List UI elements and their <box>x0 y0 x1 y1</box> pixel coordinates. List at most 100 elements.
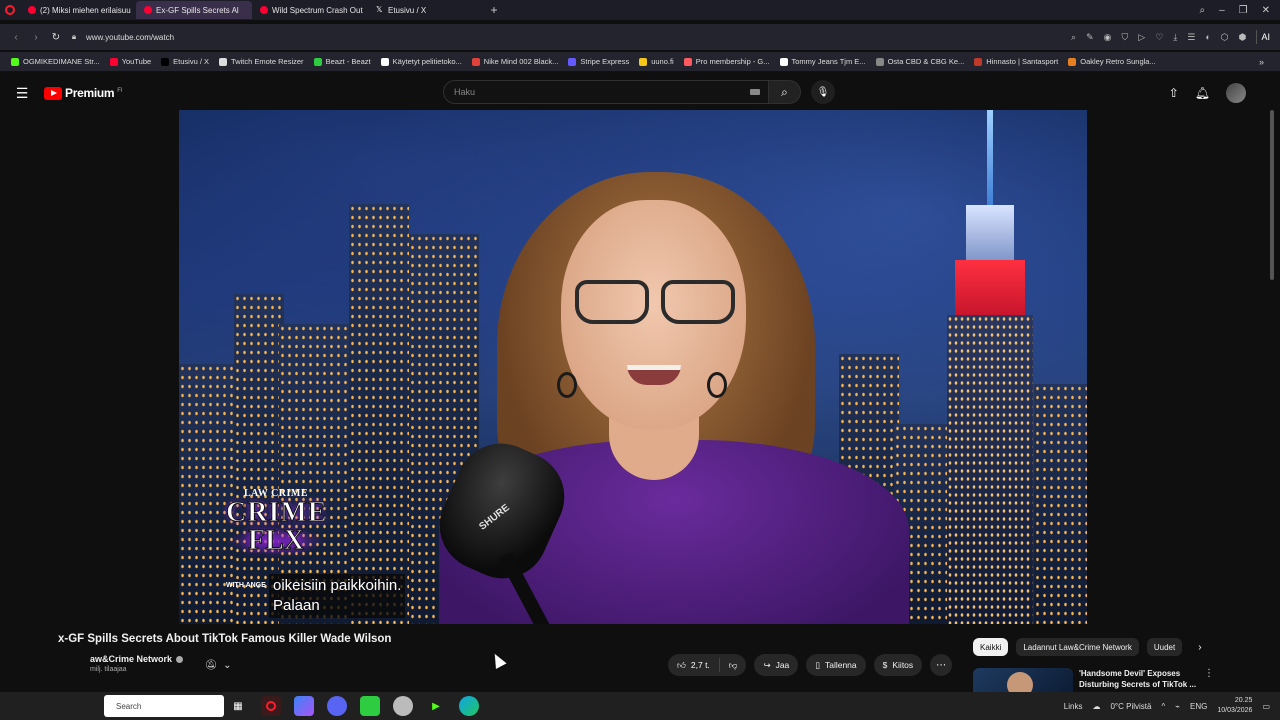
bell-icon[interactable]: 🔔︎ <box>1195 86 1210 100</box>
scroll-thumb[interactable] <box>1270 110 1274 280</box>
tab-search-icon[interactable]: ⌕ <box>1199 5 1205 16</box>
bookmark-item[interactable]: Osta CBD & CBG Ke... <box>871 57 970 66</box>
youtube-logo[interactable]: Premium FI <box>44 86 123 100</box>
shield-icon[interactable]: ⛉ <box>1122 32 1129 43</box>
bookmark-item[interactable]: Käytetyt pelitietoko... <box>376 57 467 66</box>
save-button[interactable]: ▯ Tallenna <box>806 654 866 676</box>
presenter-glasses <box>575 280 735 324</box>
logo-crime: CRIME <box>226 497 328 528</box>
heart-icon[interactable]: ♡ <box>1155 32 1163 43</box>
opera-menu-icon[interactable] <box>0 0 20 20</box>
bookmark-item[interactable]: Twitch Emote Resizer <box>214 57 309 66</box>
recommended-thumbnail[interactable] <box>973 668 1073 692</box>
thanks-icon: $ <box>882 660 888 670</box>
app-green-icon[interactable] <box>360 696 380 716</box>
video-player[interactable]: SHURE LAW CRIME CRIME FLX WITH ANGE oike… <box>179 110 1087 624</box>
kick-icon[interactable]: ▶ <box>426 696 446 716</box>
bookmark-label: Stripe Express <box>580 57 630 66</box>
lang-indicator[interactable]: ENG <box>1190 702 1207 711</box>
dislike-button[interactable]: 👎︎ <box>720 654 747 676</box>
opera-icon[interactable] <box>261 696 281 716</box>
tab-wild-spectrum[interactable]: Wild Spectrum Crash Out <box>252 1 368 19</box>
minimize-icon[interactable]: – <box>1219 5 1225 16</box>
recommended-video[interactable]: 'Handsome Devil' Exposes Disturbing Secr… <box>973 668 1213 692</box>
profile-icon[interactable]: ◐ <box>1205 32 1210 42</box>
chip-all[interactable]: Kaikki <box>973 638 1009 656</box>
close-icon[interactable]: ✕ <box>1262 5 1270 16</box>
keyboard-icon[interactable] <box>750 89 760 95</box>
tab-miksi[interactable]: (2) Miksi miehen erilaisuu <box>20 1 136 19</box>
chip-new[interactable]: Uudet <box>1146 638 1183 656</box>
chevron-right-icon[interactable]: › <box>1198 642 1201 653</box>
bookmark-item[interactable]: uuno.fi <box>634 57 679 66</box>
ai-button[interactable]: AI <box>1256 30 1274 44</box>
search-page-icon[interactable]: ⌕ <box>1071 32 1076 43</box>
cube-icon[interactable]: ⬢ <box>1239 32 1247 43</box>
share-button[interactable]: ↪ Jaa <box>754 654 799 676</box>
notifications-button[interactable]: 🔕︎ ⌄ <box>196 654 240 676</box>
extension-icon[interactable]: ⬡ <box>1221 32 1229 43</box>
kebab-menu-icon[interactable]: ⋮ <box>1204 668 1214 679</box>
voice-search-button[interactable]: 🎙︎ <box>811 80 835 104</box>
clock[interactable]: 20.25 10/03/2026 <box>1217 696 1252 716</box>
chip-from-channel[interactable]: Ladannut Law&Crime Network <box>1016 638 1139 656</box>
tab-label: Wild Spectrum Crash Out <box>272 5 363 15</box>
bookmark-label: Beazt - Beazt <box>325 57 371 66</box>
back-icon[interactable]: ‹ <box>6 32 26 43</box>
bookmark-item[interactable]: Stripe Express <box>563 57 634 66</box>
weather-text[interactable]: 0°C Pilvistä <box>1110 702 1151 711</box>
like-count: 2,7 t. <box>690 660 710 670</box>
notification-icon[interactable]: ▭ <box>1262 702 1270 711</box>
reload-icon[interactable]: ↻ <box>46 32 66 43</box>
recommended-title[interactable]: 'Handsome Devil' Exposes Disturbing Secr… <box>1079 668 1203 692</box>
tray-chevron-icon[interactable]: ^ <box>1161 702 1165 711</box>
network-icon[interactable]: ⌁ <box>1175 702 1180 711</box>
photoshop-icon[interactable] <box>294 696 314 716</box>
bookmark-item[interactable]: Etusivu / X <box>156 57 214 66</box>
discord-icon[interactable] <box>327 696 347 716</box>
lock-icon[interactable]: 🔒︎ <box>66 32 82 42</box>
new-tab-button[interactable]: + <box>484 3 504 17</box>
play-icon[interactable]: ▷ <box>1138 32 1145 43</box>
tab-etusivu-x[interactable]: 𝕏 Etusivu / X <box>368 1 484 19</box>
bookmark-item[interactable]: YouTube <box>105 57 156 66</box>
camera-icon[interactable]: ◉ <box>1104 32 1112 43</box>
upload-icon[interactable]: ⇧ <box>1169 86 1179 100</box>
bookmark-item[interactable]: Pro membership - G... <box>679 57 775 66</box>
country-code: FI <box>117 88 123 94</box>
app-white-icon[interactable] <box>393 696 413 716</box>
avatar[interactable] <box>1226 83 1246 103</box>
bookmark-item[interactable]: Nike Mind 002 Black... <box>467 57 564 66</box>
channel-name[interactable]: aw&Crime Network <box>90 654 172 664</box>
like-button[interactable]: 👍︎ 2,7 t. <box>668 654 719 676</box>
bookmark-item[interactable]: OGMIKEDIMANE Str... <box>6 57 105 66</box>
channel-info[interactable]: aw&Crime Network milj. tilaajaa <box>90 654 184 673</box>
bookmark-favicon-icon <box>639 57 648 66</box>
search-input[interactable]: Haku <box>443 80 769 104</box>
forward-icon[interactable]: › <box>26 32 46 43</box>
edge-icon[interactable] <box>459 696 479 716</box>
url-field[interactable]: www.youtube.com/watch <box>86 33 174 42</box>
search-button[interactable]: ⌕ <box>769 80 801 104</box>
menu-icon[interactable]: ☰ <box>1187 32 1195 43</box>
hamburger-menu-icon[interactable]: ☰ <box>0 85 44 102</box>
bookmark-item[interactable]: Beazt - Beazt <box>309 57 376 66</box>
links-toolbar[interactable]: Links <box>1064 702 1083 711</box>
bookmark-item[interactable]: Hinnasto | Santasport <box>969 57 1063 66</box>
tab-ex-gf-active[interactable]: Ex-GF Spills Secrets Al <box>136 1 252 19</box>
thanks-button[interactable]: $ Kiitos <box>873 654 923 676</box>
taskbar-search-input[interactable]: Search <box>104 695 224 717</box>
empire-state-building <box>947 315 1033 624</box>
task-view-icon[interactable]: ▦ <box>228 696 248 716</box>
share-icon: ↪ <box>763 659 771 670</box>
edit-icon[interactable]: ✎ <box>1086 32 1094 43</box>
restore-icon[interactable]: ❐ <box>1239 5 1248 16</box>
bookmarks-overflow-icon[interactable]: » <box>1259 57 1274 67</box>
more-actions-button[interactable]: ⋯ <box>930 654 953 676</box>
bookmark-item[interactable]: Tommy Jeans Tjm E... <box>775 57 871 66</box>
thumbs-down-icon: 👎︎ <box>728 659 738 670</box>
bookmark-item[interactable]: Oakley Retro Sungla... <box>1063 57 1160 66</box>
download-icon[interactable]: ⤓ <box>1173 32 1177 43</box>
bookmark-favicon-icon <box>219 57 228 66</box>
page-scrollbar[interactable] <box>1268 110 1276 690</box>
